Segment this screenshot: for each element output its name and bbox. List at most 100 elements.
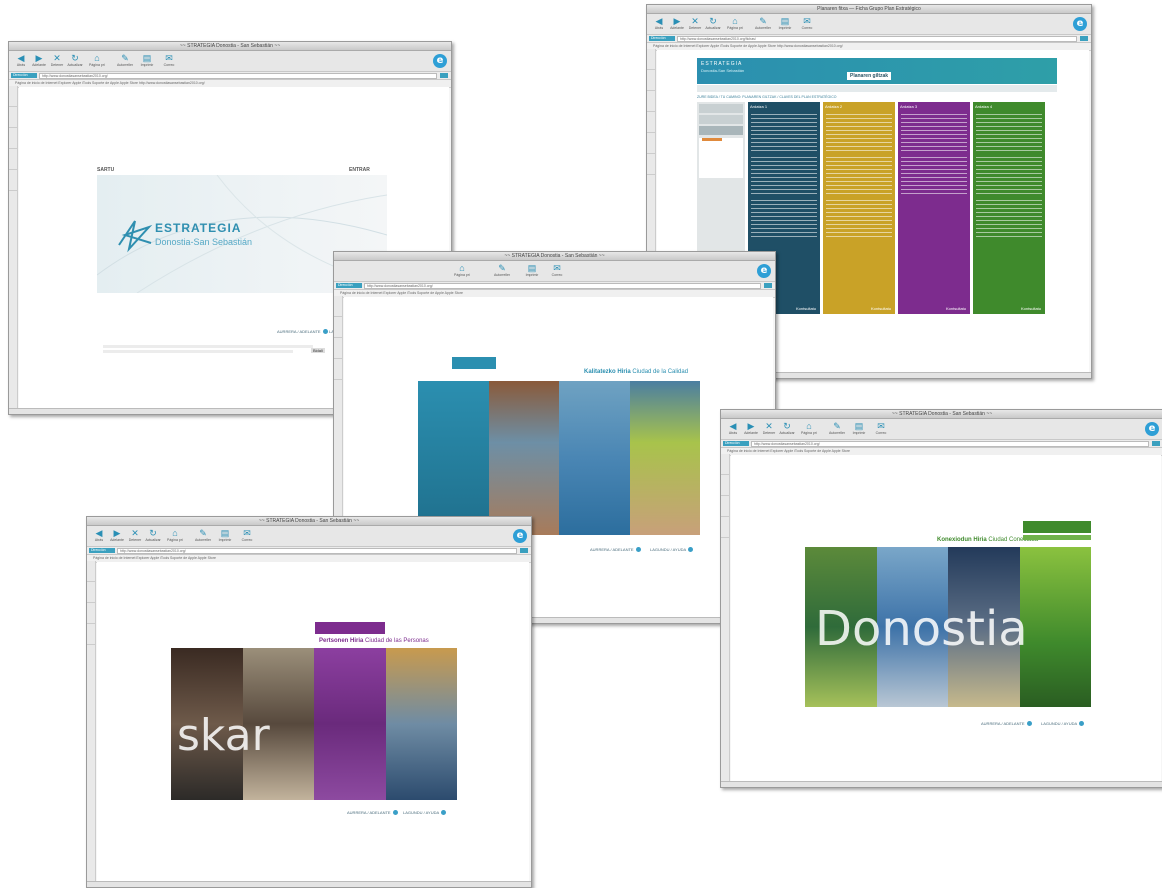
help-link[interactable]: LAGUNDU / AYUDA [403, 810, 447, 816]
refresh-button[interactable]: ↻ Actualizar [67, 53, 83, 69]
print-button[interactable]: ▤ Imprimir [217, 528, 233, 544]
home-button[interactable]: ⌂Página principal [454, 263, 470, 279]
url-input[interactable]: http://www.donostiasansebastian2010.org/ [364, 283, 761, 289]
column-more-link[interactable]: Kontsultatu [869, 304, 893, 313]
column-more-link[interactable]: Kontsultatu [794, 304, 818, 313]
refresh-button[interactable]: ↻ Actualizar [705, 16, 721, 32]
explorer-side-tabs[interactable] [9, 86, 18, 408]
stop-button[interactable]: ✕ Detener [761, 421, 777, 437]
next-icon [635, 547, 641, 553]
mail-button[interactable]: ✉ Correo [873, 421, 889, 437]
breadcrumb: ZURE BIDEA / TU CAMINO: PLANAREN GILTZAK… [697, 95, 837, 99]
submit-button[interactable]: Bidali [311, 348, 325, 353]
photo-panel [418, 381, 489, 535]
browser-window-connected-city: ~~ STRATEGIA Donostia - San Sebastián ~~… [720, 409, 1162, 788]
print-button[interactable]: ▤ Imprimir [139, 53, 155, 69]
section-tab[interactable] [1023, 521, 1091, 533]
address-bar: Dirección http://www.donostiasansebastia… [87, 547, 531, 555]
forward-button[interactable]: ▶ Adelante [669, 16, 685, 32]
home-button[interactable]: ⌂Página principal [167, 528, 183, 544]
autofill-button[interactable]: ✎Autorrelleno [195, 528, 211, 544]
browser-logo-icon: e [1145, 422, 1159, 436]
top-menu[interactable] [697, 85, 1057, 92]
url-input[interactable]: http://www.donostiasansebastian2010.org/… [677, 36, 1077, 42]
window-title: ~~ STRATEGIA Donostia - San Sebastián ~~ [87, 517, 531, 526]
section-tab[interactable] [315, 622, 385, 634]
address-label: Dirección [89, 548, 115, 553]
home-icon: ⌂ [732, 16, 738, 26]
explorer-side-tabs[interactable] [87, 561, 96, 881]
stop-button[interactable]: ✕ Detener [49, 53, 65, 69]
pen-icon: ✎ [498, 263, 506, 273]
autofill-button[interactable]: ✎Autorrelleno [494, 263, 510, 279]
go-button[interactable] [1152, 441, 1160, 446]
enter-link-basque[interactable]: SARTU [97, 167, 114, 173]
status-bar [87, 881, 531, 887]
print-button[interactable]: ▤ Imprimir [851, 421, 867, 437]
url-input[interactable]: http://www.donostiasansebastian2010.org/ [117, 548, 517, 554]
print-button[interactable]: ▤ Imprimir [777, 16, 793, 32]
address-bar: Dirección http://www.donostiasansebastia… [334, 282, 775, 290]
column-more-link[interactable]: Kontsultatu [1019, 304, 1043, 313]
left-nav-item[interactable] [699, 115, 743, 124]
help-link[interactable]: LAGUNDU / AYUDA [1041, 721, 1085, 727]
column-more-link[interactable]: Kontsultatu [944, 304, 968, 313]
photo-panel [488, 381, 559, 535]
home-button[interactable]: ⌂Página principal [89, 53, 105, 69]
forward-button[interactable]: ▶ Adelante [109, 528, 125, 544]
back-button[interactable]: ◀ Atrás [13, 53, 29, 69]
section-title: Pertsonen Hiria Ciudad de las Personas [319, 638, 429, 644]
left-nav-item[interactable] [699, 104, 743, 113]
logo-title: ESTRATEGIA [155, 221, 242, 235]
forward-button[interactable]: ▶ Adelante [743, 421, 759, 437]
next-link[interactable]: AURRERA / ADELANTE [981, 721, 1032, 727]
go-button[interactable] [520, 548, 528, 553]
enter-link-spanish[interactable]: ENTRAR [349, 167, 370, 173]
back-button[interactable]: ◀ Atrás [91, 528, 107, 544]
mail-button[interactable]: ✉ Correo [549, 263, 565, 279]
back-icon: ◀ [655, 16, 663, 26]
mail-icon: ✉ [165, 53, 173, 63]
section-tab[interactable] [452, 357, 496, 369]
column-axis-4[interactable]: Ardatza 4 Kontsultatu [973, 102, 1045, 314]
next-link[interactable]: AURRERA / ADELANTE [347, 810, 398, 816]
address-label: Dirección [11, 73, 37, 78]
back-button[interactable]: ◀ Atrás [725, 421, 741, 437]
refresh-button[interactable]: ↻ Actualizar [779, 421, 795, 437]
explorer-side-tabs[interactable] [721, 454, 730, 781]
stop-button[interactable]: ✕ Detener [127, 528, 143, 544]
mail-button[interactable]: ✉ Correo [161, 53, 177, 69]
column-axis-3[interactable]: Ardatza 3 Kontsultatu [898, 102, 970, 314]
mail-button[interactable]: ✉ Correo [799, 16, 815, 32]
go-button[interactable] [440, 73, 448, 78]
back-icon: ◀ [17, 53, 25, 63]
refresh-button[interactable]: ↻ Actualizar [145, 528, 161, 544]
stop-icon: ✕ [691, 16, 699, 26]
left-nav-item[interactable] [699, 126, 743, 135]
home-button[interactable]: ⌂Página principal [727, 16, 743, 32]
url-input[interactable]: http://www.donostiasansebastian2010.org/ [751, 441, 1149, 447]
go-button[interactable] [1080, 36, 1088, 41]
refresh-icon: ↻ [709, 16, 717, 26]
forward-button[interactable]: ▶ Adelante [31, 53, 47, 69]
autofill-button[interactable]: ✎Autorrelleno [755, 16, 771, 32]
url-input[interactable]: http://www.donostiasansebastian2010.org/ [39, 73, 437, 79]
refresh-icon: ↻ [71, 53, 79, 63]
next-link[interactable]: AURRERA / ADELANTE [590, 547, 641, 553]
next-link[interactable]: AURRERA / ADELANTE [277, 329, 328, 335]
mail-button[interactable]: ✉ Correo [239, 528, 255, 544]
go-button[interactable] [764, 283, 772, 288]
window-title: ~~ STRATEGIA Donostia - San Sebastián ~~ [334, 252, 775, 261]
home-button[interactable]: ⌂Página principal [801, 421, 817, 437]
column-text [901, 157, 967, 197]
back-button[interactable]: ◀ Atrás [651, 16, 667, 32]
column-text [901, 114, 967, 154]
help-link[interactable]: LAGUNDU / AYUDA [650, 547, 694, 553]
stop-button[interactable]: ✕ Detener [687, 16, 703, 32]
autofill-button[interactable]: ✎Autorrelleno [829, 421, 845, 437]
column-axis-2[interactable]: Ardatza 2 Kontsultatu [823, 102, 895, 314]
window-title: Planaren fitxa — Ficha Grupo Plan Estrat… [647, 5, 1091, 14]
print-button[interactable]: ▤ Imprimir [524, 263, 540, 279]
column-text [976, 157, 1042, 197]
autofill-button[interactable]: ✎Autorrelleno [117, 53, 133, 69]
